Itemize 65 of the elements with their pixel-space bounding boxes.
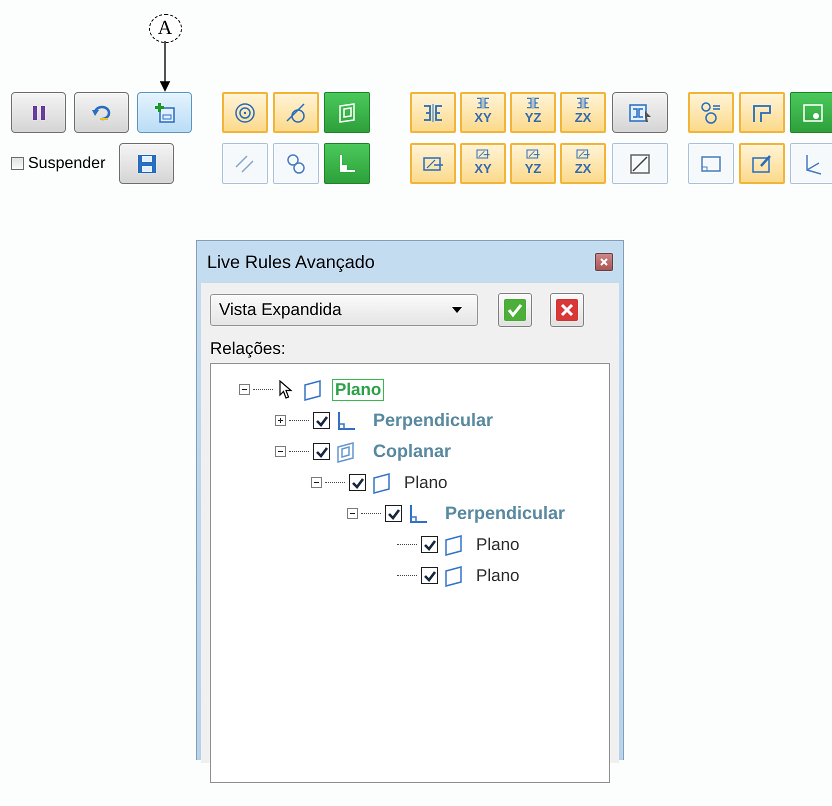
relation-checkbox[interactable] <box>421 536 438 553</box>
add-plane-icon <box>152 100 176 124</box>
close-icon <box>599 257 609 267</box>
symmetric-button[interactable] <box>410 92 456 133</box>
concentric-button[interactable] <box>222 92 268 133</box>
symmetric-select-button[interactable] <box>612 92 668 133</box>
step-button[interactable] <box>739 92 785 133</box>
diagonal-icon <box>628 152 652 176</box>
view-dropdown[interactable]: Vista Expandida <box>210 294 478 326</box>
tree-item[interactable]: Coplanar <box>370 440 454 463</box>
edit-plane-button[interactable] <box>739 143 785 184</box>
symmetric-button[interactable]: ZX <box>560 92 606 133</box>
circles-button[interactable] <box>273 143 319 184</box>
undo-button[interactable] <box>74 92 129 133</box>
tree-item[interactable]: Plano <box>332 378 384 400</box>
plane-button[interactable] <box>410 143 456 184</box>
save-button[interactable] <box>119 143 174 184</box>
axes-button[interactable] <box>790 143 832 184</box>
relations-label: Relações: <box>210 339 287 359</box>
plane-button[interactable]: ZX <box>560 143 606 184</box>
equal-circles-icon <box>699 100 723 124</box>
tree-item[interactable]: Perpendicular <box>370 409 496 432</box>
window-title: Live Rules Avançado <box>207 252 375 272</box>
equal-circles-button[interactable] <box>688 92 734 133</box>
symmetric-button[interactable]: XY <box>460 92 506 133</box>
coplanar-button[interactable] <box>324 92 370 133</box>
plane-button[interactable]: XY <box>460 143 506 184</box>
caret-icon <box>451 306 463 314</box>
diagonal-button[interactable] <box>612 143 668 184</box>
tree-item[interactable]: Plano <box>473 564 522 586</box>
callout-label: A <box>148 14 182 44</box>
perpendicular-button[interactable] <box>324 143 370 184</box>
symmetric-icon <box>474 95 492 111</box>
tree-item[interactable]: Plano <box>473 534 522 556</box>
relation-checkbox[interactable] <box>421 567 438 584</box>
tree-item[interactable]: Plano <box>401 472 450 494</box>
expander-toggle[interactable] <box>347 508 359 519</box>
callout-arrow <box>158 41 172 92</box>
concentric-icon <box>233 100 257 124</box>
tangent-button[interactable] <box>273 92 319 133</box>
expander-toggle[interactable] <box>275 415 287 426</box>
checkbox-label: Suspender <box>28 154 106 172</box>
symmetric-icon <box>524 95 542 111</box>
plane-button[interactable]: YZ <box>510 143 556 184</box>
close-icon <box>556 299 578 321</box>
cancel-button[interactable] <box>550 293 584 327</box>
relation-checkbox[interactable] <box>313 443 330 460</box>
expander-toggle[interactable] <box>311 477 323 488</box>
expander-toggle[interactable] <box>275 446 287 457</box>
symmetric-icon <box>574 95 592 111</box>
add-plane-button[interactable] <box>137 92 192 133</box>
relation-checkbox[interactable] <box>385 505 402 522</box>
rectangle-button[interactable] <box>688 143 734 184</box>
relation-checkbox[interactable] <box>313 412 330 429</box>
symmetric-button[interactable]: YZ <box>510 92 556 133</box>
ok-button[interactable] <box>498 293 532 327</box>
checkmark-icon <box>504 299 526 321</box>
region-button[interactable] <box>790 92 832 133</box>
tree-item[interactable]: Perpendicular <box>442 502 568 525</box>
suspend-checkbox[interactable] <box>11 157 24 170</box>
pause-button[interactable] <box>11 92 66 133</box>
mouse-pointer-icon <box>279 380 293 400</box>
expander-toggle[interactable] <box>239 384 251 395</box>
relation-checkbox[interactable] <box>349 474 366 491</box>
close-button[interactable] <box>595 253 613 271</box>
